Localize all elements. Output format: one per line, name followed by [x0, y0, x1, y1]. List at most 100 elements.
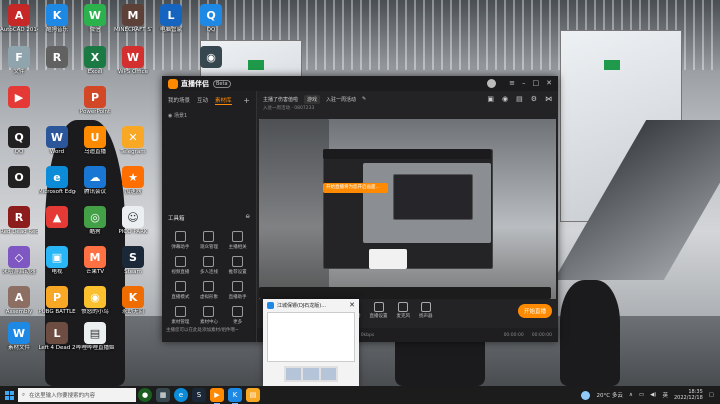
- toolbox-item[interactable]: 直播助手: [223, 281, 252, 300]
- desktop-icon[interactable]: U 乌迪直播: [76, 126, 114, 156]
- partner-label[interactable]: 入驻一周活动: [326, 96, 356, 103]
- football-app-icon[interactable]: ●: [138, 388, 152, 402]
- steam-taskbar-icon[interactable]: S: [192, 388, 206, 402]
- toolbox-item[interactable]: 素材管理: [166, 306, 195, 325]
- settings-icon[interactable]: ⚙: [531, 95, 537, 103]
- start-button[interactable]: [0, 386, 18, 404]
- toolbox-item[interactable]: 更多: [223, 306, 252, 325]
- desktop-icon[interactable]: P PUBG BATTLE: [38, 286, 76, 316]
- thumbnail-preview[interactable]: [267, 312, 355, 362]
- weather-text[interactable]: 20°C 多云: [596, 391, 622, 399]
- desktop-icon[interactable]: L Left 4 Dead 2: [38, 322, 76, 352]
- taskbar-thumbnail-popup[interactable]: 江城保镖(DJ石龙版)... ✕: [263, 299, 359, 386]
- desktop-icon[interactable]: P PowerPoint: [76, 86, 114, 116]
- desktop-icon[interactable]: O: [0, 166, 38, 189]
- stream-control-button[interactable]: 扬声器: [419, 301, 433, 319]
- close-icon[interactable]: ✕: [349, 301, 355, 309]
- desktop-icon[interactable]: A Assembly: [0, 286, 38, 316]
- toolbox-item[interactable]: 素材中心: [195, 306, 224, 325]
- app-brand: 直播伴侣: [181, 79, 209, 88]
- folder-taskbar-icon[interactable]: ▤: [246, 388, 260, 402]
- toolbox-item[interactable]: 虚拟形象: [195, 281, 224, 300]
- close-icon[interactable]: ✕: [546, 79, 552, 88]
- desktop-icon[interactable]: A AutoCAD 2014: [0, 4, 38, 34]
- screenshot-icon[interactable]: ▤: [516, 95, 523, 103]
- desktop-icon[interactable]: ◉: [192, 46, 230, 69]
- toolbox-item[interactable]: 直播模式: [166, 281, 195, 300]
- edit-icon[interactable]: ✎: [362, 96, 366, 102]
- volume-icon[interactable]: ◀): [650, 392, 656, 398]
- toolbox-item[interactable]: 视频直播: [166, 256, 195, 275]
- desktop-icon[interactable]: L 电脑管家: [152, 4, 190, 34]
- desktop-icon[interactable]: ▣ 电视: [38, 246, 76, 276]
- network-icon[interactable]: ▭: [639, 392, 644, 398]
- gift-icon[interactable]: ▣: [487, 95, 494, 103]
- desktop-icon[interactable]: W 素材文件: [0, 322, 38, 352]
- live-streaming-app-window[interactable]: 直播伴侣 Beta ≡ – □ ✕ 我的场景 互动 素材库 + ◉ 场景1 工具…: [162, 76, 558, 342]
- desktop-icon[interactable]: K 永劫无间: [114, 286, 152, 316]
- scene-item[interactable]: ◉ 场景1: [168, 112, 250, 119]
- thumb-next-icon[interactable]: [320, 368, 336, 380]
- desktop-icon[interactable]: M 芒果TV: [76, 246, 114, 276]
- toolbox-item[interactable]: 推荐设置: [223, 256, 252, 275]
- desktop-icon[interactable]: X Excel: [76, 46, 114, 76]
- maximize-icon[interactable]: □: [533, 79, 540, 88]
- live-app-taskbar-icon[interactable]: ▶: [210, 388, 224, 404]
- stream-control-button[interactable]: 直播设置: [370, 301, 388, 319]
- tab-materials[interactable]: 素材库: [215, 96, 232, 105]
- desktop-icon[interactable]: ☺ PICO PARK: [114, 206, 152, 236]
- thumb-play-icon[interactable]: [303, 368, 319, 380]
- desktop-icon[interactable]: R: [38, 46, 76, 69]
- desktop-icon[interactable]: Q QQ: [0, 126, 38, 156]
- thumb-prev-icon[interactable]: [286, 368, 302, 380]
- ime-indicator[interactable]: 英: [662, 391, 668, 399]
- stream-control-button[interactable]: 麦克风: [397, 301, 410, 319]
- desktop-icon[interactable]: RRed Dead Redemption: [0, 206, 38, 236]
- toolbox-collapse-icon[interactable]: ⊖: [245, 214, 250, 222]
- desktop-icon[interactable]: W Word: [38, 126, 76, 156]
- desktop-icon[interactable]: W 微信: [76, 4, 114, 34]
- desktop-icon[interactable]: ✕ Telegram: [114, 126, 152, 156]
- minimize-icon[interactable]: –: [522, 79, 526, 88]
- notification-icon[interactable]: ▢: [709, 392, 714, 398]
- start-live-button[interactable]: 开始直播: [517, 304, 552, 318]
- toolbox-item[interactable]: 弹幕助手: [166, 231, 195, 250]
- desktop-icon[interactable]: ★ 加速器: [114, 166, 152, 196]
- live-title[interactable]: 主播了伤害值啦: [263, 96, 298, 103]
- music-taskbar-icon[interactable]: K: [228, 388, 242, 404]
- desktop-icon[interactable]: Q QQ: [192, 4, 230, 34]
- desktop-icon[interactable]: K 酷狗音乐: [38, 4, 76, 34]
- toolbox-item[interactable]: 多人连线: [195, 256, 224, 275]
- desktop-icon[interactable]: e Microsoft Edge: [38, 166, 76, 196]
- desktop-icon[interactable]: ◉ 愤怒的小鸟: [76, 286, 114, 316]
- desktop-icon[interactable]: ◇ 米哈游启动器: [0, 246, 38, 276]
- desktop-icon[interactable]: ☁ 腾讯会议: [76, 166, 114, 196]
- desktop-icon[interactable]: ▤哔哩哔哩直播姬 2022120...: [76, 322, 114, 352]
- clock[interactable]: 18:35 2022/12/18: [674, 389, 703, 401]
- stream-preview[interactable]: 开始直播将为您开启画面...: [259, 119, 556, 299]
- add-icon[interactable]: +: [243, 96, 250, 105]
- app-titlebar[interactable]: 直播伴侣 Beta ≡ – □ ✕: [162, 76, 558, 91]
- desktop-icon[interactable]: S Steam: [114, 246, 152, 276]
- desktop-icon[interactable]: ▶: [0, 86, 38, 109]
- taskbar-search-box[interactable]: ⌕ 在这里输入你要搜索的内容: [18, 388, 136, 402]
- weather-icon: [581, 390, 591, 400]
- desktop-icon[interactable]: ◎ 酷狗: [76, 206, 114, 236]
- avatar[interactable]: [487, 79, 497, 88]
- tab-scenes[interactable]: 我的场景: [168, 96, 190, 105]
- toolbox-item[interactable]: 观众管理: [195, 231, 224, 250]
- tray-chevron-icon[interactable]: ∧: [629, 392, 633, 398]
- desktop-icon[interactable]: ▲: [38, 206, 76, 229]
- task-view-icon[interactable]: ▦: [156, 388, 170, 402]
- desktop-icon-label: 愤怒的小鸟: [81, 309, 109, 315]
- desktop-icon[interactable]: F 文件: [0, 46, 38, 76]
- toolbox-item[interactable]: 主播相关: [223, 231, 252, 250]
- edge-taskbar-icon[interactable]: e: [174, 388, 188, 402]
- desktop-icon[interactable]: W WPS Office: [114, 46, 152, 76]
- category-badge[interactable]: 游戏: [304, 94, 321, 104]
- tab-interaction[interactable]: 互动: [197, 96, 208, 105]
- desktop-icon[interactable]: MMINECRAFT STORY: [114, 4, 152, 34]
- record-icon[interactable]: ◉: [502, 95, 508, 103]
- share-icon[interactable]: ⋈: [545, 95, 552, 103]
- menu-icon[interactable]: ≡: [509, 79, 515, 88]
